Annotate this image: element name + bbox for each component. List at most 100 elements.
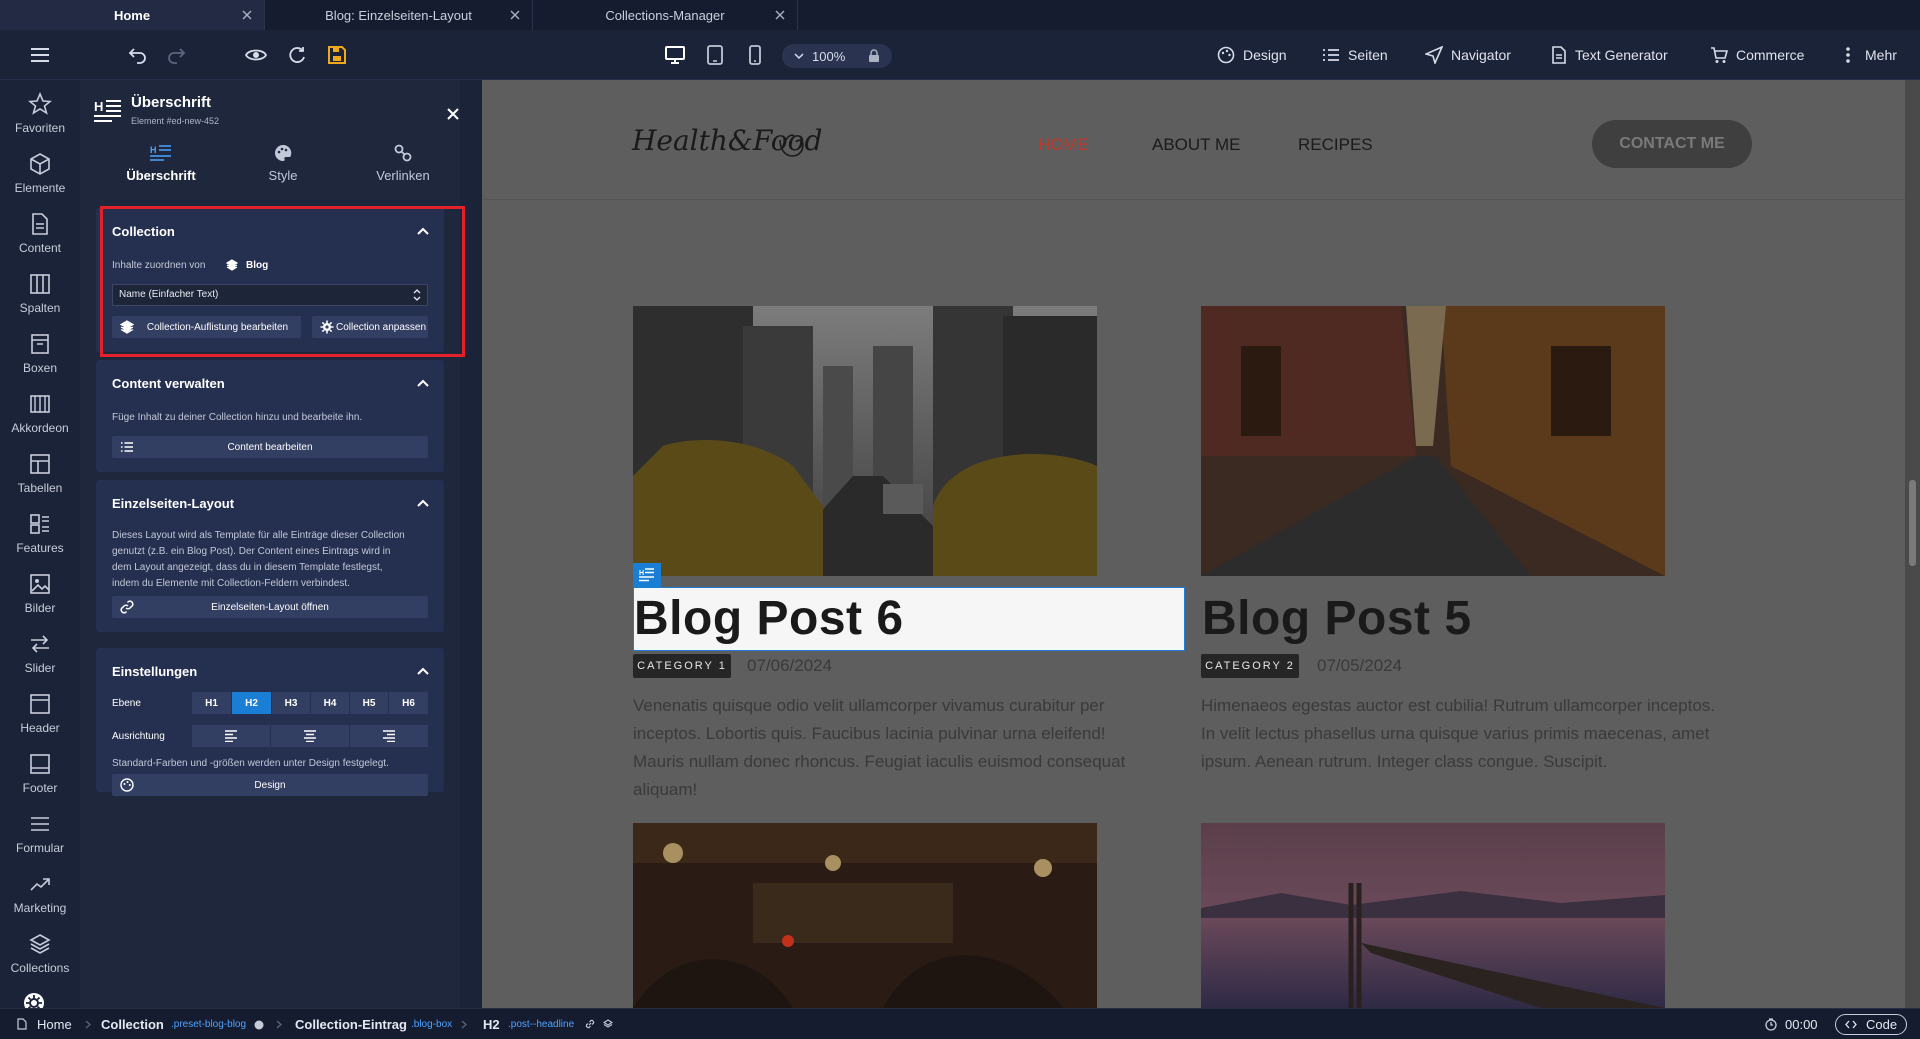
rail-collections[interactable]: Collections xyxy=(0,926,80,986)
rail-favoriten[interactable]: Favoriten xyxy=(0,86,80,146)
logo-mark-icon xyxy=(779,134,804,157)
document-icon xyxy=(1552,46,1566,64)
crumb-h2[interactable]: H2 xyxy=(483,1017,500,1032)
crumb-collection[interactable]: Collection xyxy=(101,1017,164,1032)
mobile-view-icon[interactable] xyxy=(743,43,767,67)
panel-tab-ueberschrift[interactable]: H Überschrift xyxy=(111,144,211,194)
panel-tab-label: Verlinken xyxy=(376,168,430,183)
preview-eye-icon[interactable] xyxy=(244,43,268,67)
lock-icon[interactable] xyxy=(868,49,880,63)
close-icon[interactable] xyxy=(240,8,254,22)
rail-tabellen[interactable]: Tabellen xyxy=(0,446,80,506)
canvas-scrollbar[interactable] xyxy=(1905,80,1920,1008)
menu-design[interactable]: Design xyxy=(1217,30,1287,80)
code-button[interactable]: Code xyxy=(1835,1014,1907,1035)
level-h5[interactable]: H5 xyxy=(350,692,389,714)
design-note: Standard-Farben und -größen werden unter… xyxy=(112,758,389,769)
scrollbar-thumb[interactable] xyxy=(1909,480,1916,566)
link-icon xyxy=(585,1019,595,1029)
rail-header[interactable]: Header xyxy=(0,686,80,746)
save-icon[interactable] xyxy=(325,43,349,67)
button-label: Content bearbeiten xyxy=(227,441,313,453)
heading-badge: H xyxy=(633,563,661,587)
chevron-up-icon[interactable] xyxy=(416,376,430,390)
zoom-control[interactable]: 100% xyxy=(782,44,892,68)
rail-label: Features xyxy=(16,541,64,555)
menu-seiten[interactable]: Seiten xyxy=(1322,30,1388,80)
heading-icon: H xyxy=(150,145,171,161)
post-title[interactable]: Blog Post 5 xyxy=(1202,591,1472,646)
crumb-home[interactable]: Home xyxy=(37,1017,72,1032)
section-title: Einzelseiten-Layout xyxy=(112,496,235,511)
level-h1[interactable]: H1 xyxy=(192,692,232,714)
close-icon[interactable] xyxy=(773,8,787,22)
redo-icon[interactable] xyxy=(165,43,189,67)
post-image[interactable] xyxy=(1201,823,1665,1008)
open-single-page-layout-button[interactable]: Einzelseiten-Layout öffnen xyxy=(112,596,428,618)
page-canvas[interactable]: Health&Food HOME ABOUT ME RECIPES CONTAC… xyxy=(482,80,1905,1008)
tab-collections-manager[interactable]: Collections-Manager xyxy=(533,0,798,30)
menu-mehr[interactable]: Mehr xyxy=(1845,30,1897,80)
panel-tab-verlinken[interactable]: Verlinken xyxy=(353,144,453,194)
edit-content-button[interactable]: Content bearbeiten xyxy=(112,436,428,458)
align-left-button[interactable] xyxy=(192,725,271,747)
menu-navigator[interactable]: Navigator xyxy=(1425,30,1511,80)
hamburger-menu-icon[interactable] xyxy=(28,43,52,67)
nav-about-me[interactable]: ABOUT ME xyxy=(1152,135,1240,155)
category-badge[interactable]: CATEGORY 1 xyxy=(633,654,731,678)
panel-tab-label: Style xyxy=(268,168,298,183)
panel-tab-style[interactable]: Style xyxy=(233,144,333,194)
post-date: 07/06/2024 xyxy=(747,656,833,675)
chevron-up-icon[interactable] xyxy=(416,496,430,510)
rail-label: Akkordeon xyxy=(11,421,69,435)
star-icon xyxy=(28,92,52,115)
menu-text-generator[interactable]: Text Generator xyxy=(1551,30,1668,80)
footer-icon xyxy=(30,754,50,774)
category-badge[interactable]: CATEGORY 2 xyxy=(1201,654,1299,678)
tab-blog-layout[interactable]: Blog: Einzelseiten-Layout xyxy=(265,0,533,30)
rail-footer[interactable]: Footer xyxy=(0,746,80,806)
level-h4[interactable]: H4 xyxy=(311,692,350,714)
slider-arrows-icon xyxy=(31,635,49,653)
desktop-view-icon[interactable] xyxy=(663,43,687,67)
level-h6[interactable]: H6 xyxy=(389,692,428,714)
tablet-view-icon[interactable] xyxy=(703,43,727,67)
zoom-level: 100% xyxy=(812,49,846,64)
align-right-button[interactable] xyxy=(350,725,428,747)
close-icon[interactable] xyxy=(446,107,460,121)
design-button[interactable]: Design xyxy=(112,774,428,796)
level-h2[interactable]: H2 xyxy=(232,692,272,714)
rail-spalten[interactable]: Spalten xyxy=(0,266,80,326)
rail-boxen[interactable]: Boxen xyxy=(0,326,80,386)
menu-commerce[interactable]: Commerce xyxy=(1710,30,1804,80)
rail-akkordeon[interactable]: Akkordeon xyxy=(0,386,80,446)
text-line: dem Layout angezeigt, dass du in diesem … xyxy=(112,562,383,573)
layers-icon xyxy=(29,934,51,954)
rail-features[interactable]: Features xyxy=(0,506,80,566)
contact-button[interactable]: CONTACT ME xyxy=(1592,120,1752,168)
section-title: Einstellungen xyxy=(112,664,198,679)
rail-bilder[interactable]: Bilder xyxy=(0,566,80,626)
post-image[interactable] xyxy=(1201,306,1665,576)
nav-home[interactable]: HOME xyxy=(1038,135,1089,155)
rail-marketing[interactable]: Marketing xyxy=(0,866,80,926)
rail-slider[interactable]: Slider xyxy=(0,626,80,686)
align-left-icon xyxy=(225,730,237,742)
rail-content[interactable]: Content xyxy=(0,206,80,266)
refresh-icon[interactable] xyxy=(285,43,309,67)
post-image[interactable] xyxy=(633,823,1097,1008)
rail-label: Marketing xyxy=(13,901,67,915)
post-image[interactable] xyxy=(633,306,1097,576)
rail-elemente[interactable]: Elemente xyxy=(0,146,80,206)
level-h3[interactable]: H3 xyxy=(272,692,311,714)
tab-home[interactable]: Home xyxy=(0,0,265,30)
close-icon[interactable] xyxy=(508,8,522,22)
breadcrumb-bar: Home Collection .preset-blog-blog Collec… xyxy=(0,1008,1920,1039)
nav-recipes[interactable]: RECIPES xyxy=(1298,135,1373,155)
post-title[interactable]: Blog Post 6 xyxy=(634,591,904,646)
chevron-up-icon[interactable] xyxy=(416,664,430,678)
undo-icon[interactable] xyxy=(125,43,149,67)
align-center-button[interactable] xyxy=(271,725,350,747)
rail-formular[interactable]: Formular xyxy=(0,806,80,866)
crumb-collection-entry[interactable]: Collection-Eintrag xyxy=(295,1017,407,1032)
